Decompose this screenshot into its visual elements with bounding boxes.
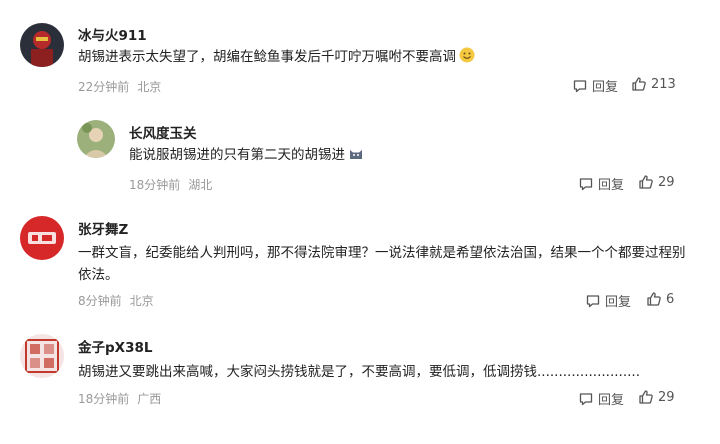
comment-meta: 22分钟前 北京 [78, 78, 161, 95]
comment-text: 胡锡进表示太失望了，胡编在鲶鱼事发后千叮咛万嘱咐不要高调 [78, 46, 678, 68]
comment-meta: 18分钟前 湖北 [129, 176, 212, 193]
comment-bubble-icon [579, 392, 593, 405]
like-button[interactable]: 213 [631, 76, 676, 92]
comment-text: 一群文盲，纪委能给人判刑吗，那不得法院审理？一说法律就是希望依法治国，结果一个个… [78, 242, 698, 286]
cat-emoji-icon [350, 150, 362, 159]
like-button[interactable]: 29 [638, 174, 675, 190]
reply-button[interactable]: 回复 [572, 76, 618, 95]
comment-text-content: 能说服胡锡进的只有第二天的胡锡进 [129, 147, 345, 163]
comment-time: 18分钟前 [129, 178, 181, 192]
username[interactable]: 长风度玉关 [129, 122, 197, 142]
avatar-image [77, 120, 115, 158]
comment-text-line: 依法。 [78, 267, 119, 283]
comment-text-content: 胡锡进又要跳出来高喊，大家闷头捞钱就是了，不要高调，要低调，低调捞钱......… [78, 364, 640, 380]
like-count: 6 [666, 291, 675, 307]
reply-button[interactable]: 回复 [578, 174, 624, 193]
comment-text-content: 胡锡进表示太失望了，胡编在鲶鱼事发后千叮咛万嘱咐不要高调 [78, 49, 456, 65]
reply-button[interactable]: 回复 [585, 291, 631, 310]
comment-bubble-icon [586, 294, 600, 307]
comment-bubble-icon [579, 177, 593, 190]
thumbs-up-icon [639, 390, 653, 404]
comment-time: 8分钟前 [78, 294, 122, 308]
reply-button[interactable]: 回复 [578, 389, 624, 408]
comment-time: 18分钟前 [78, 392, 130, 406]
username[interactable]: 冰与火911 [78, 24, 147, 44]
avatar[interactable] [77, 120, 115, 158]
thumbs-up-icon [639, 175, 653, 189]
like-count: 213 [651, 76, 676, 92]
reply-label: 回复 [592, 80, 619, 95]
avatar[interactable] [20, 216, 64, 260]
comment-bubble-icon [573, 79, 587, 92]
comment-text: 能说服胡锡进的只有第二天的胡锡进 [129, 144, 669, 166]
comment-text-line: 一群文盲，纪委能给人判刑吗，那不得法院审理？一说法律就是希望依法治国，结果一个个… [78, 245, 686, 261]
thumbs-up-icon [632, 77, 646, 91]
reply-label: 回复 [598, 178, 625, 193]
reply-label: 回复 [605, 295, 632, 310]
comment-location: 北京 [137, 80, 162, 94]
comment-meta: 8分钟前 北京 [78, 292, 154, 309]
thumbs-up-icon [647, 292, 661, 306]
comment-time: 22分钟前 [78, 80, 130, 94]
like-count: 29 [658, 389, 675, 405]
avatar-image [20, 334, 64, 378]
like-count: 29 [658, 174, 675, 190]
comment-meta: 18分钟前 广西 [78, 390, 161, 407]
avatar[interactable] [20, 334, 64, 378]
username[interactable]: 金子pX38L [78, 336, 152, 356]
avatar[interactable] [20, 23, 64, 67]
comment-location: 北京 [129, 294, 154, 308]
grinning-emoji-icon [459, 47, 475, 63]
username[interactable]: 张牙舞Z [78, 218, 128, 238]
comment-text: 胡锡进又要跳出来高喊，大家闷头捞钱就是了，不要高调，要低调，低调捞钱......… [78, 361, 698, 383]
avatar-image [20, 23, 64, 67]
comment-location: 广西 [137, 392, 162, 406]
comment-location: 湖北 [188, 178, 213, 192]
reply-label: 回复 [598, 393, 625, 408]
avatar-image [20, 216, 64, 260]
like-button[interactable]: 29 [638, 389, 675, 405]
like-button[interactable]: 6 [646, 291, 674, 307]
